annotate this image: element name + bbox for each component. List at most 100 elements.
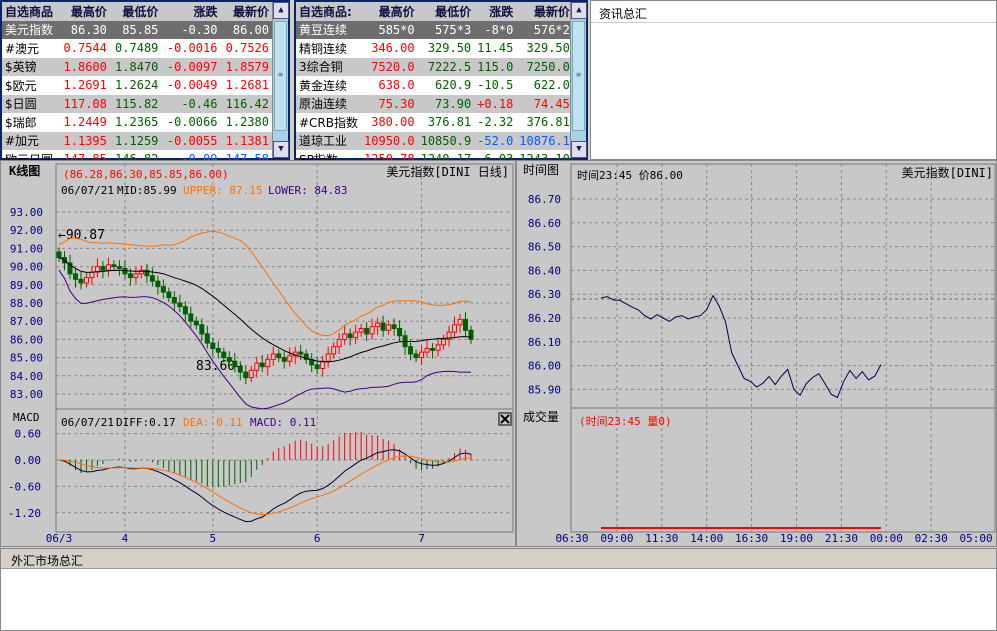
candle [441,338,447,346]
x-tick-label: 02:30 [915,532,948,545]
column-header[interactable]: 涨跌 [474,2,517,21]
y-tick-label: 91.00 [10,242,43,255]
quote-row[interactable]: 黄金连续 638.0 620.9 -10.5 622.0 [296,76,586,95]
candle [375,322,381,328]
quote-row[interactable]: 精铜连续 346.00 329.50 11.45 329.50 [296,39,586,58]
macd-dea: DEA: 0.11 [183,416,243,429]
quote-row[interactable]: #CRB指数 380.00 376.81 -2.32 376.81 [296,113,586,132]
intraday-symbol: 美元指数[DINI] [902,165,993,180]
candle [56,251,62,259]
quote-cell: 75.30 [361,94,418,113]
x-tick-label: 11:30 [645,532,678,545]
y-tick-label: 92.00 [10,224,43,237]
watchlist-right-scrollbar[interactable]: ▲ ≡ ▼ [570,2,587,158]
quote-cell: 7250.0 [516,57,573,76]
column-header[interactable]: 最新价 [220,2,272,21]
quote-cell: 585*0 [361,20,418,39]
scroll-thumb[interactable]: ≡ [572,21,585,131]
quote-cell: 1.1259 [109,131,162,150]
symbol-name: 3综合铜 [296,57,362,76]
y-tick-label: 86.50 [528,241,561,254]
scroll-down-icon[interactable]: ▼ [273,141,289,158]
symbol-name: 黄金连续 [299,78,348,93]
quote-row[interactable]: 原油连续 75.30 73.90 +0.18 74.45 [296,94,586,113]
quote-row[interactable]: $欧元 1.2691 1.2624 -0.0049 1.2681 [2,76,288,95]
candle [276,353,282,359]
quote-cell: 7222.5 [417,57,475,76]
column-header[interactable]: 自选商品: [296,2,362,21]
quote-row[interactable]: $瑞郎 1.2449 1.2365 -0.0066 1.2380 [2,113,288,132]
candle [166,291,172,299]
quote-cell: -0.30 [161,20,221,39]
boll-date: 06/07/21 [61,184,114,197]
candle [226,357,232,362]
candle [331,346,337,355]
column-header[interactable]: 最低价 [109,2,162,21]
quote-cell: -0.0097 [161,57,221,76]
candle [116,266,122,269]
candle [413,353,419,359]
symbol-name: #澳元 [5,41,40,56]
candle [463,318,469,331]
quote-row[interactable]: $日圆 117.08 115.82 -0.46 116.42 [2,94,288,113]
y-tick-label: 86.40 [528,264,561,277]
quote-row[interactable]: #澳元 0.7544 0.7489 -0.0016 0.7526 [2,39,288,58]
symbol-name: $英镑 [2,57,59,76]
candle [215,348,221,353]
quote-cell: 73.90 [417,94,475,113]
quote-cell: -8*0 [474,20,517,39]
candle [358,327,364,333]
column-header[interactable]: 最高价 [361,2,418,21]
boll-lower: LOWER: 84.83 [268,184,347,197]
close-macd-button[interactable] [498,412,512,426]
quote-cell: 117.08 [58,94,110,113]
column-header[interactable]: 最低价 [417,2,475,21]
quote-cell: 115.82 [109,94,162,113]
scroll-thumb[interactable]: ≡ [274,21,287,131]
quote-row[interactable]: 美元指数 86.30 85.85 -0.30 86.00 [2,20,288,39]
quote-cell: 74.45 [516,94,573,113]
quote-cell: 86.00 [220,20,272,39]
scroll-down-icon[interactable]: ▼ [571,141,587,158]
kline-chart[interactable]: 93.00 92.00 91.00 90.00 89.00 88.00 87.00 86.00… [1,161,517,548]
column-header[interactable]: 自选商品 [2,2,59,21]
x-tick-label: 4 [122,532,129,545]
quote-cell: 1.2681 [225,78,269,93]
y-tick-label: -1.20 [8,507,41,520]
scroll-up-icon[interactable]: ▲ [571,2,587,19]
candle [133,273,139,279]
symbol-name: $欧元 [5,78,37,93]
quote-cell: -0.0016 [166,41,218,56]
quote-cell: 346.00 [371,41,415,56]
candle [265,358,271,368]
scroll-up-icon[interactable]: ▲ [273,2,289,19]
candle [457,318,463,326]
quote-cell: -10.5 [477,78,514,93]
quote-cell: 576*2 [516,20,573,39]
candle [78,278,84,284]
candle [259,362,265,368]
intraday-chart[interactable]: 86.70 86.60 86.50 86.40 86.30 86.20 86.10 86.00… [517,161,997,548]
quote-cell: 376.81 [427,115,472,130]
candle [380,322,386,331]
column-header[interactable]: 涨跌 [161,2,221,21]
quote-cell: -2.32 [477,115,514,130]
candle [254,362,260,371]
quote-row[interactable]: 黄豆连续 585*0 575*3 -8*0 576*2 [296,20,586,39]
candle [248,369,254,379]
quote-cell: 10876.1 [516,131,573,150]
column-header[interactable]: 最新价 [516,2,573,21]
quote-row[interactable]: $英镑 1.8600 1.8470 -0.0097 1.8579 [2,57,288,76]
intraday-panel: 86.70 86.60 86.50 86.40 86.30 86.20 86.10 86.00… [516,160,997,547]
quote-row[interactable]: 3综合铜 7520.0 7222.5 115.0 7250.0 [296,57,586,76]
quote-row[interactable]: #加元 1.1395 1.1259 -0.0055 1.1381 [2,131,288,150]
quote-cell: 10950.0 [361,131,418,150]
x-tick-label: 7 [418,532,425,545]
column-header[interactable]: 最高价 [58,2,110,21]
macd-label: MACD [13,411,40,424]
quote-row[interactable]: 道琼工业 10950.0 10850.9 -52.0 10876.1 [296,131,586,150]
symbol-name: 原油连续 [296,94,362,113]
candle [336,338,342,348]
y-tick-label: 93.00 [10,206,43,219]
watchlist-left-scrollbar[interactable]: ▲ ≡ ▼ [272,2,289,158]
